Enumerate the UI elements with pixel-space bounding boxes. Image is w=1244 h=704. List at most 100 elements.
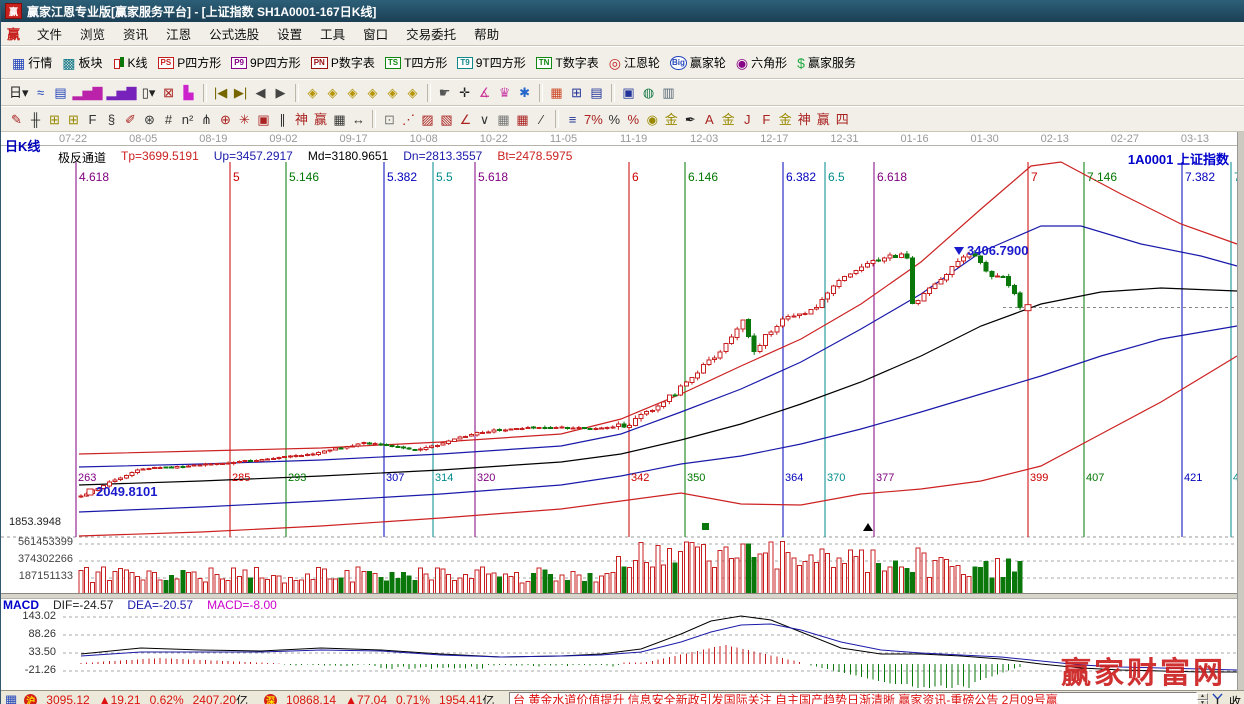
gann-wheel-button[interactable]: ◎江恩轮 — [604, 52, 665, 73]
bars9-chart-button[interactable]: ▂▅▇ — [105, 83, 139, 103]
pencil-tool-button[interactable]: ✎ — [7, 109, 26, 129]
box-fan1-tool-button[interactable]: ▨ — [418, 109, 437, 129]
trend-wave-button[interactable]: ≈ — [31, 83, 51, 103]
bars3-chart-button[interactable]: ▂▅▇ — [71, 83, 105, 103]
winner-wheel-button[interactable]: Big赢家轮 — [665, 52, 731, 73]
price-ladder-tool-button[interactable]: ≡ — [563, 109, 582, 129]
web-button[interactable]: ◍ — [639, 83, 659, 103]
pattern-lace-button[interactable]: ✱ — [515, 83, 535, 103]
gold-apex-tool-button[interactable]: 金 — [719, 109, 738, 129]
menu-item-9[interactable]: 帮助 — [465, 26, 508, 44]
kline-button[interactable]: K线 — [108, 52, 153, 73]
diamond-right-button[interactable]: ◈ — [323, 83, 343, 103]
grid-b-tool-button[interactable]: ▦ — [513, 109, 532, 129]
candle-style-dropdown-button[interactable]: ▯▾ — [139, 83, 159, 103]
n-square-tool-button[interactable]: n² — [178, 109, 197, 129]
news-ticker[interactable]: 台 黄金水道价值提升 信息安全新政引发国际关注 自主国产趋势日渐清晰 赢家资讯-… — [509, 692, 1197, 704]
menu-item-5[interactable]: 设置 — [268, 26, 311, 44]
gold-grid2-tool-button[interactable]: ⊞ — [64, 109, 83, 129]
gold-circle-tool-button[interactable]: ◉ — [643, 109, 662, 129]
gold-angle-tool-button[interactable]: 金 — [776, 109, 795, 129]
red-fan-tool-button[interactable]: ⋰ — [399, 109, 418, 129]
menu-item-7[interactable]: 窗口 — [354, 26, 397, 44]
9t-square-button[interactable]: T99T四方形 — [452, 52, 530, 73]
memo-button[interactable]: ▤ — [587, 83, 607, 103]
period-dropdown-button[interactable]: 日▾ — [7, 83, 31, 103]
menu-item-6[interactable]: 工具 — [311, 26, 354, 44]
count-grid-tool-button[interactable]: ▦ — [330, 109, 349, 129]
si-angle-tool-button[interactable]: 四 — [833, 109, 852, 129]
p-square-button[interactable]: PSP四方形 — [153, 52, 227, 73]
first-page-button[interactable]: |◀ — [211, 83, 231, 103]
calendar-button[interactable]: ▦ — [547, 83, 567, 103]
news-scroll-down-button[interactable]: ▼ — [1197, 700, 1208, 704]
gann-box-button[interactable]: ⊠ — [159, 83, 179, 103]
percent-line-tool-button[interactable]: % — [624, 109, 643, 129]
title-bar[interactable]: 赢 赢家江恩专业版[赢家服务平台] - [上证指数 SH1A0001-167日K… — [1, 0, 1244, 22]
winner-service-button[interactable]: $赢家服务 — [792, 52, 861, 73]
frame-tool-button[interactable]: ⊡ — [380, 109, 399, 129]
save-button[interactable]: ▣ — [619, 83, 639, 103]
spiral-tool-button[interactable]: § — [102, 109, 121, 129]
sectors-button[interactable]: ▩板块 — [57, 52, 107, 73]
angle-measure-button[interactable]: ∡ — [475, 83, 495, 103]
cycle-circle-tool-button[interactable]: ⊛ — [140, 109, 159, 129]
gann-grid-tool-button[interactable]: ╫ — [26, 109, 45, 129]
ying-angle-tool-button[interactable]: 赢 — [814, 109, 833, 129]
f-ruler-tool-button[interactable]: F — [83, 109, 102, 129]
box-fan2-tool-button[interactable]: ▧ — [437, 109, 456, 129]
compass-tool-button[interactable]: ⊕ — [216, 109, 235, 129]
f-angle-tool-button[interactable]: F — [757, 109, 776, 129]
diamond-left-button[interactable]: ◈ — [303, 83, 323, 103]
v-lines-tool-button[interactable]: ∨ — [475, 109, 494, 129]
last-page-button[interactable]: ▶| — [231, 83, 251, 103]
diamond-v-expand-button[interactable]: ◈ — [383, 83, 403, 103]
t-number-table-button[interactable]: TNT数字表 — [531, 52, 604, 73]
t-square-button[interactable]: TST四方形 — [380, 52, 453, 73]
diamond-h-expand-button[interactable]: ◈ — [343, 83, 363, 103]
span-arrows-tool-button[interactable]: ↔ — [349, 109, 368, 129]
percent-tool-button[interactable]: % — [605, 109, 624, 129]
brush-tool-button[interactable]: ✐ — [121, 109, 140, 129]
double-bar-tool-button[interactable]: ∥ — [273, 109, 292, 129]
hatch-tool-button[interactable]: ∕ — [532, 109, 551, 129]
hash-tool-button[interactable]: # — [159, 109, 178, 129]
diamond-h-compress-button[interactable]: ◈ — [363, 83, 383, 103]
j-angle-tool-button[interactable]: J — [738, 109, 757, 129]
export-button[interactable]: ▥ — [659, 83, 679, 103]
menu-item-4[interactable]: 公式选股 — [200, 26, 268, 44]
hexagon-button[interactable]: ◉六角形 — [731, 52, 792, 73]
menu-item-2[interactable]: 资讯 — [114, 26, 157, 44]
ink-brush-tool-button[interactable]: ✒ — [681, 109, 700, 129]
news-scroll-up-button[interactable]: ▲ — [1197, 693, 1208, 700]
center-box-tool-button[interactable]: ▣ — [254, 109, 273, 129]
diamond-v-compress-button[interactable]: ◈ — [403, 83, 423, 103]
crosshair-button[interactable]: ✛ — [455, 83, 475, 103]
collapse-button[interactable]: 收 — [1229, 693, 1241, 704]
menu-item-3[interactable]: 江恩 — [157, 26, 200, 44]
hand-drag-button[interactable]: ☛ — [435, 83, 455, 103]
quote-grid-icon[interactable]: ▦ — [5, 692, 17, 704]
apex-grid-tool-button[interactable]: A — [700, 109, 719, 129]
gold-line-tool-button[interactable]: 金 — [662, 109, 681, 129]
p-number-table-button[interactable]: PNP数字表 — [306, 52, 380, 73]
shen-angle-tool-button[interactable]: 神 — [795, 109, 814, 129]
next-bar-button[interactable]: ▶ — [271, 83, 291, 103]
right-border-strip[interactable] — [1237, 132, 1244, 690]
calculator-button[interactable]: ⊞ — [567, 83, 587, 103]
quotes-button[interactable]: ▦行情 — [7, 52, 57, 73]
pitchfork-tool-button[interactable]: ⋔ — [197, 109, 216, 129]
menu-item-0[interactable]: 文件 — [28, 26, 71, 44]
grid-a-tool-button[interactable]: ▦ — [494, 109, 513, 129]
marker-crown-button[interactable]: ♛ — [495, 83, 515, 103]
gold-grid1-tool-button[interactable]: ⊞ — [45, 109, 64, 129]
9p-square-button[interactable]: P99P四方形 — [226, 52, 305, 73]
menu-item-1[interactable]: 浏览 — [71, 26, 114, 44]
info-board-button[interactable]: ▤ — [51, 83, 71, 103]
shen-tool-button[interactable]: 神 — [292, 109, 311, 129]
spoke-star-tool-button[interactable]: ✳ — [235, 109, 254, 129]
ying-tool-button[interactable]: 赢 — [311, 109, 330, 129]
menu-item-8[interactable]: 交易委托 — [397, 26, 465, 44]
color-histogram-button[interactable]: ▙ — [179, 83, 199, 103]
percent7-tool-button[interactable]: 7% — [582, 109, 605, 129]
